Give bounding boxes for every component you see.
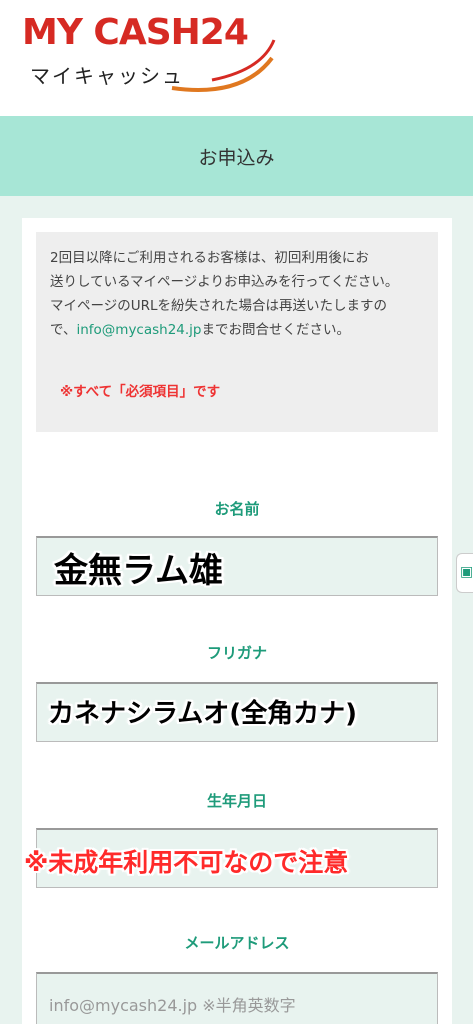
email-label: メールアドレス [184, 934, 290, 952]
page-title: お申込み [198, 146, 275, 169]
birthdate-label: 生年月日 [206, 792, 267, 810]
email-placeholder: info@mycash24.jp ※半角英数字 [49, 996, 296, 1015]
logo-text: MY CASH24 [22, 12, 249, 53]
kana-label: フリガナ [206, 644, 267, 662]
notice-box: 2回目以降にご利用されるお客様は、初回利用後にお 送りしているマイページよりお申… [36, 232, 438, 432]
name-label: お名前 [214, 500, 260, 518]
notice-line: 送りしているマイページよりお申込みを行ってください。 [50, 274, 399, 290]
support-email-link[interactable]: info@mycash24.jp [76, 322, 201, 338]
birthdate-warning: ※未成年利用不可なので注意 [24, 848, 349, 877]
header: MY CASH24 マイキャッシュ [0, 0, 473, 116]
side-tab[interactable]: ▣ [456, 553, 473, 593]
kana-value: カネナシラムオ(全角カナ) [48, 699, 357, 729]
notice-line: 2回目以降にご利用されるお客様は、初回利用後にお [50, 250, 369, 266]
email-field[interactable]: info@mycash24.jp ※半角英数字 [36, 972, 438, 1024]
logo[interactable]: MY CASH24 マイキャッシュ [22, 10, 282, 100]
notice-line: マイページのURLを紛失された場合は再送いたしますの [50, 298, 388, 314]
application-form: 2回目以降にご利用されるお客様は、初回利用後にお 送りしているマイページよりお申… [22, 218, 452, 1024]
page-title-bar: お申込み [0, 116, 473, 196]
logo-subtext: マイキャッシュ [30, 64, 184, 88]
required-notice: ※すべて「必須項目」です [60, 384, 221, 400]
chat-icon: ▣ [460, 564, 473, 580]
name-value: 金無ラム雄 [54, 551, 223, 591]
notice-text: で、 [50, 322, 77, 338]
notice-line: で、info@mycash24.jpまでお問合せください。 [50, 318, 424, 342]
notice-text: までお問合せください。 [201, 322, 351, 338]
